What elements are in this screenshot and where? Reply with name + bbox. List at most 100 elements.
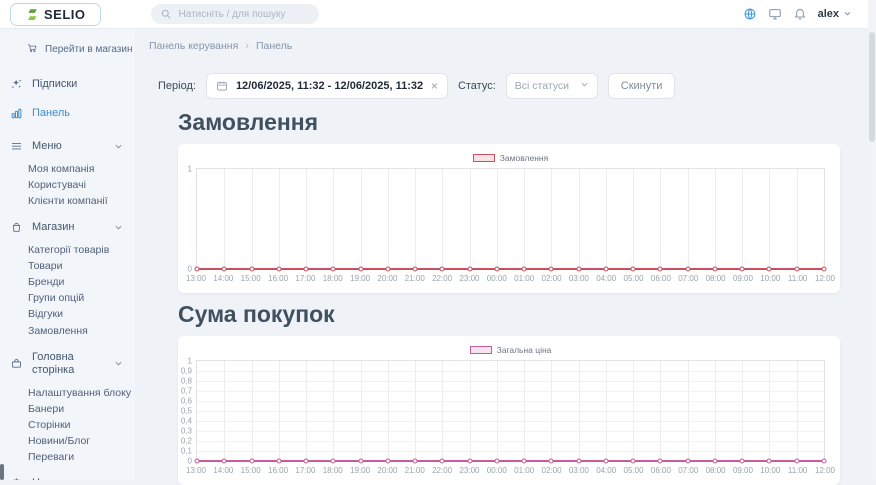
data-point-marker bbox=[413, 459, 418, 464]
page-scrollbar-thumb[interactable] bbox=[869, 32, 875, 142]
clear-period-icon[interactable]: × bbox=[431, 80, 438, 92]
data-point-marker bbox=[358, 267, 363, 272]
chevron-down-icon bbox=[114, 359, 123, 368]
x-tick-label: 15:00 bbox=[241, 466, 261, 475]
sidebar-subitem[interactable]: Товари bbox=[0, 258, 135, 274]
sidebar-subitem[interactable]: Відгуки bbox=[0, 307, 135, 323]
logo-button[interactable]: SELIO bbox=[10, 3, 101, 26]
data-point-marker bbox=[385, 267, 390, 272]
y-tick-label: 1 bbox=[188, 357, 192, 366]
gridline bbox=[197, 371, 824, 372]
sidebar-item-menu[interactable]: Меню bbox=[0, 132, 135, 161]
sidebar-subitem[interactable]: Бренди bbox=[0, 274, 135, 290]
data-point-marker bbox=[658, 267, 663, 272]
sidebar-item-label: Перейти в магазин bbox=[45, 44, 133, 55]
logo-text: SELIO bbox=[44, 7, 86, 22]
breadcrumb-item-dashboard-root[interactable]: Панель керування bbox=[149, 40, 238, 52]
x-tick-label: 21:00 bbox=[405, 466, 425, 475]
page-scrollbar-track[interactable] bbox=[868, 0, 876, 480]
sidebar-subitem[interactable]: Клієнти компанії bbox=[0, 193, 135, 209]
x-tick-label: 09:00 bbox=[733, 274, 753, 283]
legend-swatch bbox=[473, 154, 495, 162]
sidebar-subitem[interactable]: Моя компанія bbox=[0, 161, 135, 177]
data-point-marker bbox=[222, 267, 227, 272]
gridline bbox=[197, 391, 824, 392]
breadcrumb-item-current: Панель bbox=[256, 40, 292, 52]
data-point-marker bbox=[603, 267, 608, 272]
monitor-icon[interactable] bbox=[768, 7, 782, 21]
sidebar-subitem[interactable]: Новини/Блог bbox=[0, 433, 135, 449]
data-point-marker bbox=[822, 267, 827, 272]
x-tick-label: 06:00 bbox=[651, 274, 671, 283]
user-menu[interactable]: alex bbox=[818, 5, 852, 23]
gridline bbox=[197, 421, 824, 422]
period-range-value: 12/06/2025, 11:32 - 12/06/2025, 11:32 bbox=[236, 80, 424, 92]
period-range-input[interactable]: 12/06/2025, 11:32 - 12/06/2025, 11:32 × bbox=[206, 73, 448, 99]
orders-chart-plot: 10 bbox=[196, 168, 825, 270]
sidebar-subitem[interactable]: Сторінки bbox=[0, 417, 135, 433]
x-tick-label: 09:00 bbox=[733, 466, 753, 475]
gridline bbox=[306, 169, 307, 269]
data-point-marker bbox=[549, 459, 554, 464]
header-actions: alex bbox=[743, 5, 866, 23]
sidebar-scrollbar-thumb[interactable] bbox=[0, 464, 4, 480]
purchases-chart-x-axis: 13:0014:0015:0016:0017:0018:0019:0020:00… bbox=[196, 466, 825, 475]
data-point-marker bbox=[331, 267, 336, 272]
sidebar-item-homepage[interactable]: Головна сторінка bbox=[0, 343, 135, 385]
x-tick-label: 15:00 bbox=[241, 274, 261, 283]
x-tick-label: 05:00 bbox=[624, 466, 644, 475]
sidebar-item-dashboard[interactable]: Панель bbox=[0, 99, 135, 128]
sidebar-subitem[interactable]: Переваги bbox=[0, 449, 135, 465]
global-search-input[interactable]: Натисніть / для пошуку bbox=[151, 4, 319, 24]
sidebar-subitem[interactable]: Замовлення bbox=[0, 323, 135, 339]
data-point-marker bbox=[685, 459, 690, 464]
sidebar-subitem[interactable]: Групи опцій bbox=[0, 291, 135, 307]
data-point-marker bbox=[522, 267, 527, 272]
data-point-marker bbox=[685, 267, 690, 272]
gridline bbox=[197, 401, 824, 402]
data-point-marker bbox=[331, 459, 336, 464]
data-point-marker bbox=[494, 267, 499, 272]
orders-chart-card: Замовлення 10 13:0014:0015:0016:0017:001… bbox=[178, 144, 840, 293]
x-tick-label: 10:00 bbox=[760, 274, 780, 283]
home-bag-icon bbox=[10, 357, 23, 370]
data-point-marker bbox=[276, 267, 281, 272]
x-tick-label: 04:00 bbox=[596, 466, 616, 475]
data-point-marker bbox=[385, 459, 390, 464]
data-point-marker bbox=[794, 459, 799, 464]
x-tick-label: 00:00 bbox=[487, 466, 507, 475]
sidebar-item-shop[interactable]: Магазин bbox=[0, 213, 135, 242]
status-label: Статус: bbox=[458, 80, 496, 92]
x-tick-label: 02:00 bbox=[542, 274, 562, 283]
sidebar-item-subscriptions[interactable]: Підписки bbox=[0, 70, 135, 99]
x-tick-label: 03:00 bbox=[569, 466, 589, 475]
y-tick-label: 0,6 bbox=[181, 397, 192, 406]
y-tick-label: 0,8 bbox=[181, 377, 192, 386]
top-header: SELIO Натисніть / для пошуку ale bbox=[0, 0, 876, 29]
sidebar-item-label: Головна сторінка bbox=[32, 351, 105, 377]
data-point-marker bbox=[249, 459, 254, 464]
cart-icon bbox=[27, 43, 40, 56]
gridline bbox=[715, 169, 716, 269]
data-point-marker bbox=[195, 267, 200, 272]
sidebar-item-go-to-shop[interactable]: Перейти в магазин bbox=[27, 43, 135, 56]
series-line bbox=[197, 460, 824, 462]
data-point-marker bbox=[576, 267, 581, 272]
status-select[interactable]: Всі статуси bbox=[506, 73, 598, 99]
reset-filters-button[interactable]: Скинути bbox=[608, 73, 676, 99]
period-label: Період: bbox=[158, 80, 196, 92]
sidebar-subitem[interactable]: Користувачі bbox=[0, 177, 135, 193]
bell-icon[interactable] bbox=[793, 7, 807, 21]
x-tick-label: 17:00 bbox=[295, 466, 315, 475]
chart-legend[interactable]: Замовлення bbox=[196, 152, 825, 164]
sidebar-subitem[interactable]: Категорії товарів bbox=[0, 242, 135, 258]
sidebar-subitem[interactable]: Банери bbox=[0, 401, 135, 417]
gridline bbox=[688, 169, 689, 269]
sidebar-item-settings[interactable]: Налаштування bbox=[0, 469, 135, 480]
data-point-marker bbox=[767, 459, 772, 464]
data-point-marker bbox=[358, 459, 363, 464]
sidebar-subitem[interactable]: Налаштування блоку bbox=[0, 385, 135, 401]
x-tick-label: 13:00 bbox=[186, 466, 206, 475]
chart-legend[interactable]: Загальна ціна bbox=[196, 344, 825, 356]
globe-icon[interactable] bbox=[743, 7, 757, 21]
